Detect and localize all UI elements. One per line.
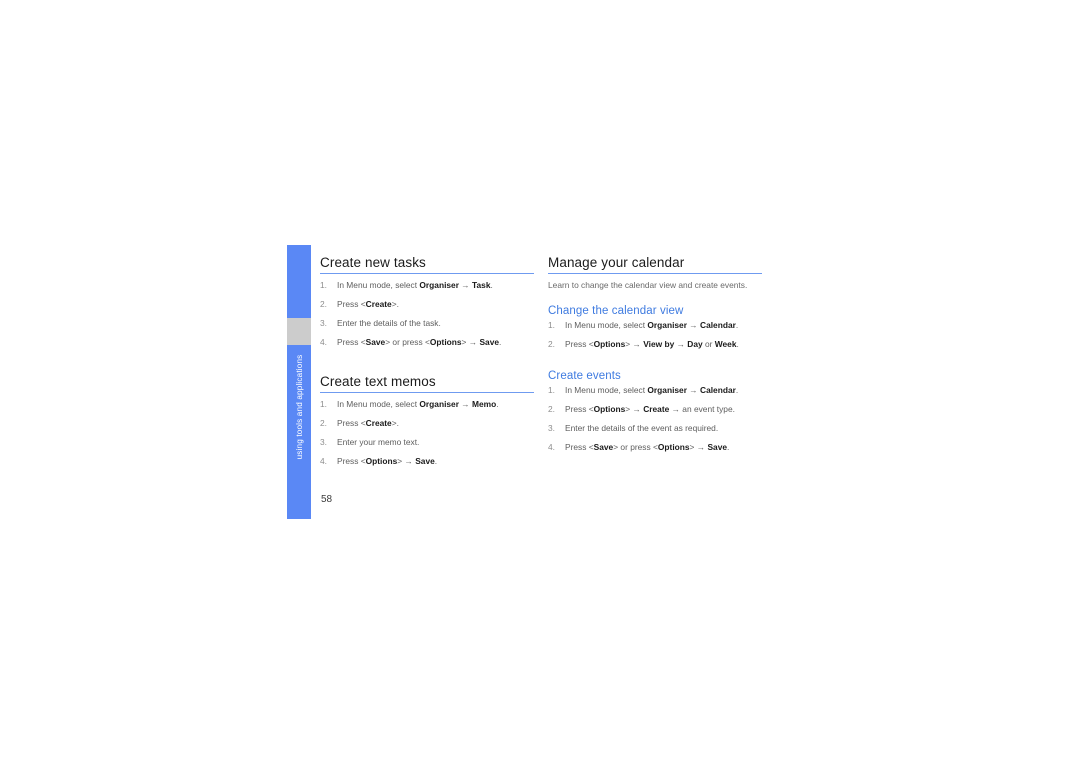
ui-term: Organiser bbox=[647, 319, 687, 330]
ui-term: Save bbox=[707, 441, 728, 452]
ui-term: Calendar bbox=[700, 319, 736, 330]
step-item: 4. Press <Save> or press <Options> → Save… bbox=[548, 442, 762, 453]
step-item: 2. Press <Options> → View by → Day or Wee… bbox=[548, 339, 762, 350]
step-number: 4. bbox=[320, 337, 327, 347]
ui-term: Options bbox=[429, 337, 462, 347]
step-item: 1. In Menu mode, select Organiser → Calen… bbox=[548, 385, 762, 396]
section-create-text-memos: Create text memos 1. In Menu mode, select… bbox=[320, 374, 534, 467]
step-item: 4. Press <Save> or press <Options> → Save… bbox=[320, 337, 534, 348]
section-intro-text: Learn to change the calendar view and cr… bbox=[548, 280, 748, 290]
step-text: Enter the details of the event as requir… bbox=[565, 422, 719, 433]
side-tab-label: using tools and applications bbox=[294, 354, 304, 460]
step-item: 3. Enter the details of the task. bbox=[320, 318, 534, 329]
subsection-change-calendar-view: Change the calendar view 1. In Menu mode,… bbox=[548, 305, 762, 350]
step-number: 2. bbox=[320, 299, 327, 309]
step-number: 4. bbox=[320, 456, 327, 466]
page-number: 58 bbox=[321, 494, 333, 505]
step-number: 3. bbox=[320, 437, 327, 447]
ui-term: Organiser bbox=[647, 384, 687, 395]
chapter-side-tab: using tools and applications bbox=[287, 245, 311, 519]
step-item: 1. In Menu mode, select Organiser → Task. bbox=[320, 280, 534, 291]
step-list: 1. In Menu mode, select Organiser → Calen… bbox=[548, 320, 762, 350]
step-number: 4. bbox=[548, 441, 555, 452]
step-list: 1. In Menu mode, select Organiser → Task.… bbox=[320, 280, 534, 348]
step-item: 2. Press <Options> → Create → an event ty… bbox=[548, 404, 762, 415]
section-heading: Create text memos bbox=[320, 374, 436, 389]
section-create-new-tasks: Create new tasks 1. In Menu mode, select … bbox=[320, 255, 534, 348]
subsection-spacer bbox=[548, 358, 762, 370]
step-number: 1. bbox=[548, 384, 555, 395]
step-text: Enter your memo text. bbox=[337, 437, 420, 447]
step-text: In Menu mode, select Organiser → Task. bbox=[337, 280, 493, 290]
section-heading: Manage your calendar bbox=[548, 255, 685, 270]
ui-term: Create bbox=[365, 299, 392, 309]
ui-term: Organiser bbox=[419, 399, 459, 409]
step-text: Press <Options> → Save. bbox=[337, 456, 438, 466]
manual-page: using tools and applications 58 Create n… bbox=[0, 0, 1080, 763]
ui-term: View by bbox=[643, 338, 675, 349]
step-number: 2. bbox=[320, 418, 327, 428]
step-item: 1. In Menu mode, select Organiser → Memo. bbox=[320, 399, 534, 410]
section-heading: Create new tasks bbox=[320, 255, 426, 270]
ui-term: Calendar bbox=[700, 384, 736, 395]
subsection-create-events: Create events 1. In Menu mode, select Org… bbox=[548, 370, 762, 453]
step-list: 1. In Menu mode, select Organiser → Memo.… bbox=[320, 399, 534, 467]
ui-term: Memo bbox=[472, 399, 497, 409]
subsection-heading: Create events bbox=[548, 369, 621, 382]
ui-term: Create bbox=[365, 418, 392, 428]
step-text: Press <Save> or press <Options> → Save. bbox=[565, 441, 730, 452]
step-item: 1. In Menu mode, select Organiser → Calen… bbox=[548, 320, 762, 331]
left-column: Create new tasks 1. In Menu mode, select … bbox=[320, 255, 534, 475]
ui-term: Options bbox=[365, 456, 398, 466]
subsection-heading: Change the calendar view bbox=[548, 304, 684, 317]
step-item: 4. Press <Options> → Save. bbox=[320, 456, 534, 467]
step-item: 2. Press <Create>. bbox=[320, 418, 534, 429]
step-number: 1. bbox=[320, 280, 327, 290]
step-item: 3. Enter your memo text. bbox=[320, 437, 534, 448]
ui-term: Save bbox=[365, 337, 386, 347]
right-column: Manage your calendar Learn to change the… bbox=[548, 255, 762, 461]
heading-rule bbox=[548, 273, 762, 274]
step-text: Enter the details of the task. bbox=[337, 318, 441, 328]
step-list: 1. In Menu mode, select Organiser → Calen… bbox=[548, 385, 762, 453]
step-number: 2. bbox=[548, 403, 555, 414]
ui-term: Save bbox=[415, 456, 435, 466]
heading-rule bbox=[320, 273, 534, 274]
step-text: Press <Create>. bbox=[337, 299, 399, 309]
step-text: Press <Options> → View by → Day or Week. bbox=[565, 338, 739, 349]
ui-term: Create bbox=[643, 403, 670, 414]
ui-term: Organiser bbox=[419, 280, 459, 290]
ui-term: Week bbox=[714, 338, 737, 349]
ui-term: Options bbox=[593, 338, 626, 349]
step-number: 1. bbox=[320, 399, 327, 409]
ui-term: Options bbox=[657, 441, 690, 452]
step-text: Press <Create>. bbox=[337, 418, 399, 428]
step-text: In Menu mode, select Organiser → Calenda… bbox=[565, 384, 739, 395]
step-text: In Menu mode, select Organiser → Memo. bbox=[337, 399, 499, 409]
step-number: 3. bbox=[320, 318, 327, 328]
ui-term: Save bbox=[479, 337, 500, 347]
step-item: 3. Enter the details of the event as requ… bbox=[548, 423, 762, 434]
ui-term: Task bbox=[472, 280, 491, 290]
step-text: In Menu mode, select Organiser → Calenda… bbox=[565, 319, 739, 330]
step-text: Press <Save> or press <Options> → Save. bbox=[337, 337, 502, 347]
heading-rule bbox=[320, 392, 534, 393]
ui-term: Save bbox=[593, 441, 614, 452]
ui-term: Day bbox=[687, 338, 703, 349]
ui-term: Options bbox=[593, 403, 626, 414]
step-number: 1. bbox=[548, 319, 555, 330]
step-number: 3. bbox=[548, 422, 555, 433]
step-number: 2. bbox=[548, 338, 555, 349]
step-item: 2. Press <Create>. bbox=[320, 299, 534, 310]
step-text: Press <Options> → Create → an event type… bbox=[565, 403, 735, 414]
